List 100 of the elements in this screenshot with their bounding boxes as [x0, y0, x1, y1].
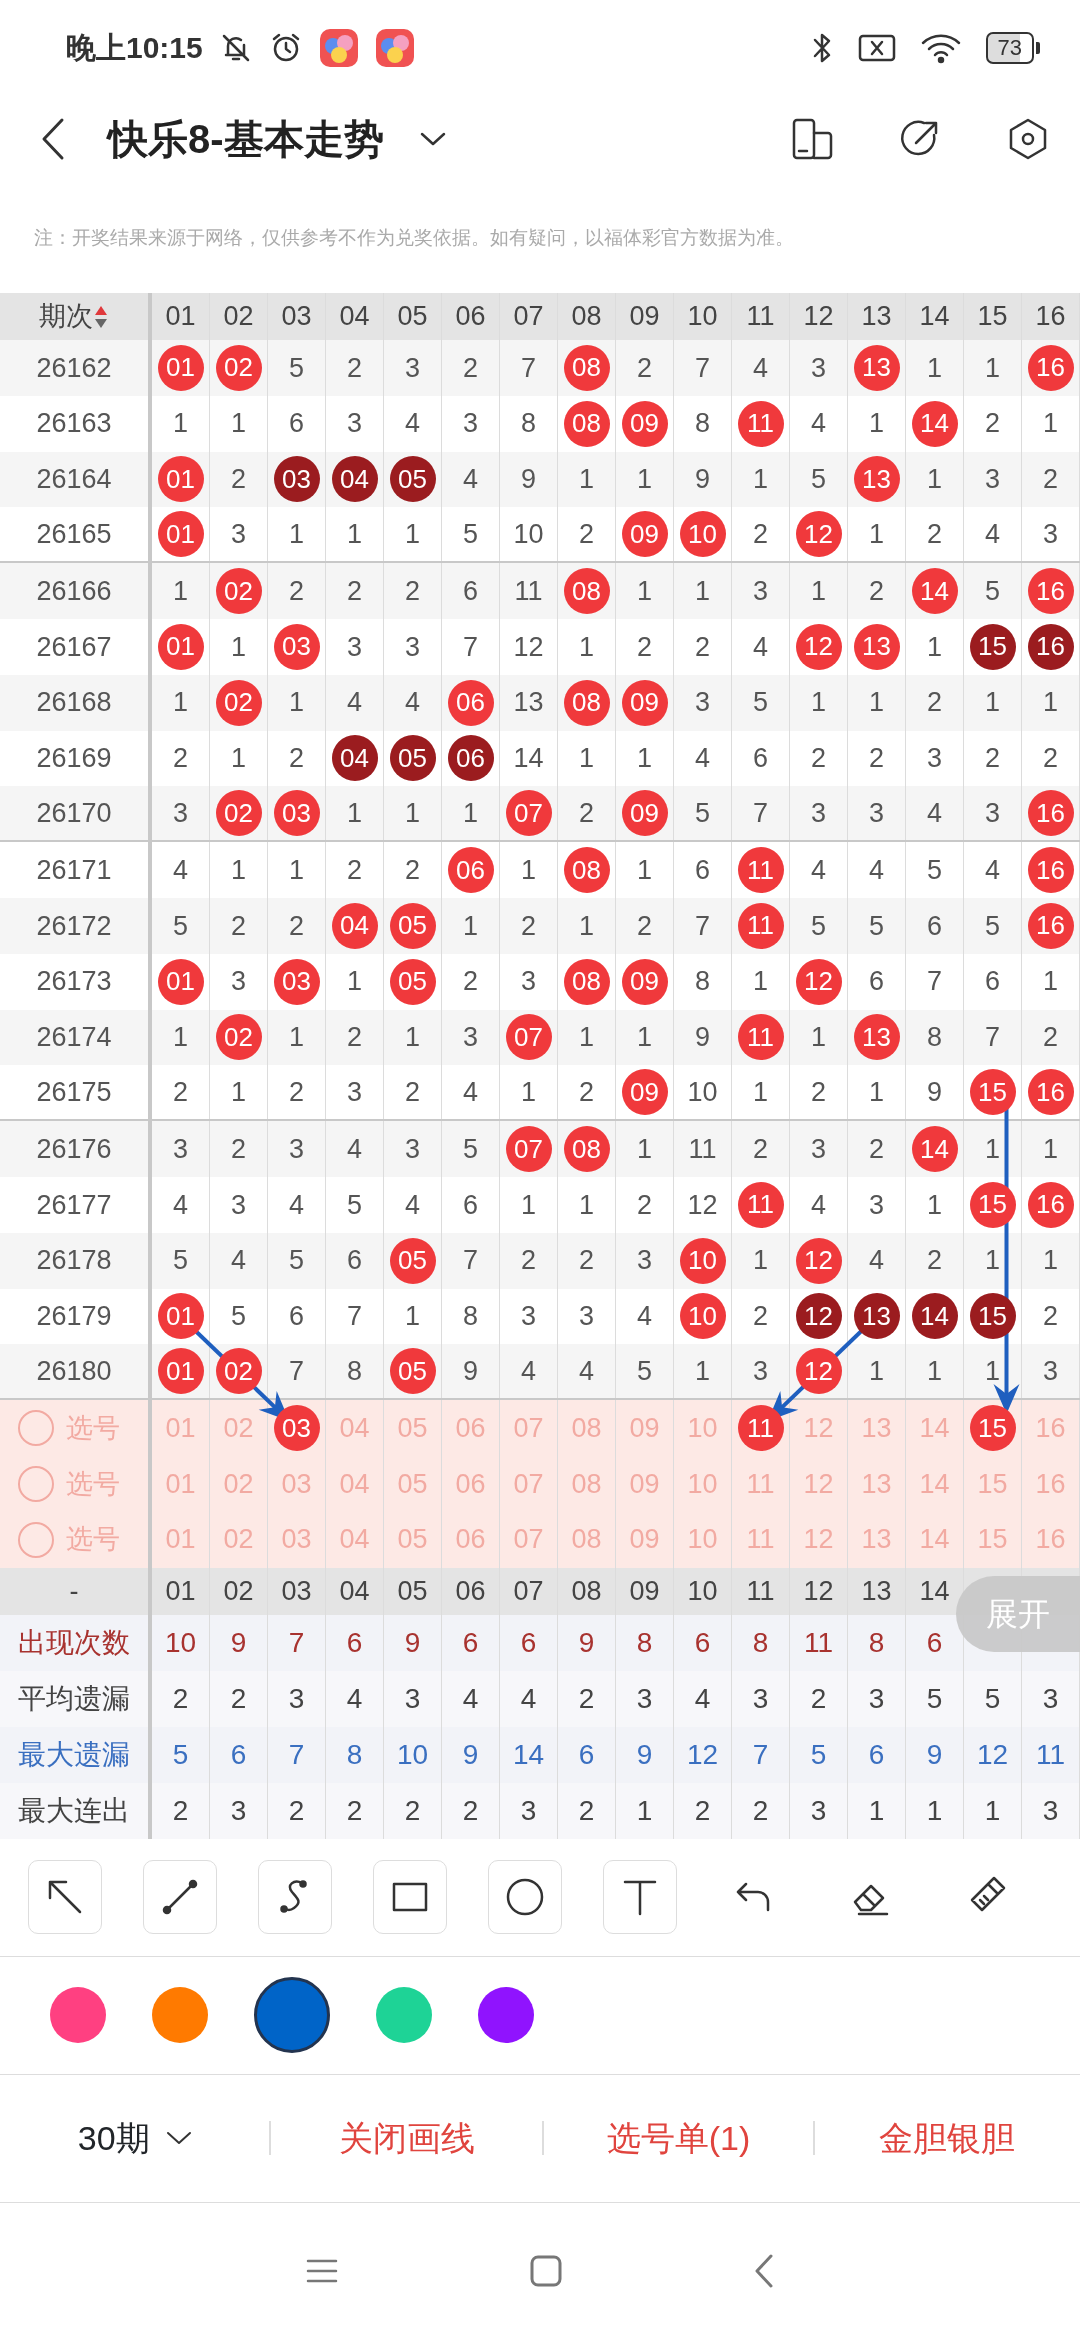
stats-value: 14 — [512, 1737, 545, 1772]
pick-number[interactable]: 12 — [803, 1519, 834, 1560]
stats-value: 5 — [810, 1737, 827, 1772]
line-tool-button[interactable] — [143, 1860, 217, 1935]
picked-ball[interactable]: 15 — [969, 1405, 1016, 1452]
pick-number[interactable]: 04 — [339, 1519, 370, 1560]
pick-number[interactable]: 10 — [687, 1463, 718, 1505]
select-radio[interactable] — [18, 1465, 54, 1502]
number-ball: 01 — [157, 1348, 204, 1395]
period-select[interactable]: 30期 — [77, 2112, 192, 2164]
action-link[interactable]: 金胆银胆 — [879, 2112, 1016, 2164]
pick-number[interactable]: 08 — [571, 1463, 602, 1505]
number-ball: 16 — [1027, 790, 1074, 837]
miss-count: 1 — [869, 1355, 884, 1388]
pick-number[interactable]: 14 — [919, 1463, 950, 1505]
pick-number[interactable]: 15 — [977, 1463, 1008, 1505]
pick-number[interactable]: 04 — [339, 1463, 370, 1505]
pick-number[interactable]: 12 — [803, 1463, 834, 1505]
action-link[interactable]: 关闭画线 — [338, 2112, 475, 2164]
miss-count: 4 — [811, 853, 826, 887]
pick-number[interactable]: 09 — [629, 1519, 660, 1560]
miss-count: 1 — [347, 965, 362, 999]
pick-number[interactable]: 07 — [513, 1519, 544, 1560]
stats-value: 3 — [288, 1681, 305, 1716]
pick-number[interactable]: 10 — [687, 1519, 718, 1560]
pick-number[interactable]: 07 — [513, 1463, 544, 1505]
pick-number[interactable]: 11 — [746, 1463, 775, 1505]
pick-number[interactable]: 02 — [223, 1463, 254, 1505]
battery-tip — [1036, 41, 1040, 54]
pick-number[interactable]: 05 — [397, 1519, 428, 1560]
back-button[interactable] — [40, 117, 66, 161]
pick-number[interactable]: 02 — [223, 1519, 254, 1560]
miss-count: 1 — [231, 407, 246, 441]
number-ball: 16 — [1027, 847, 1074, 894]
column-header: 10 — [687, 1574, 718, 1608]
select-label: 选号 — [66, 1467, 120, 1501]
miss-count: 1 — [173, 407, 188, 441]
pick-number[interactable]: 06 — [455, 1519, 486, 1560]
column-header: 05 — [397, 1574, 428, 1608]
pick-number[interactable]: 13 — [861, 1519, 892, 1560]
stats-value: 9 — [230, 1625, 247, 1660]
miss-count: 5 — [231, 1300, 246, 1334]
pick-number[interactable]: 05 — [397, 1463, 428, 1505]
pick-number[interactable]: 02 — [223, 1407, 254, 1449]
pick-number[interactable]: 16 — [1035, 1519, 1066, 1560]
pick-number[interactable]: 03 — [281, 1519, 312, 1560]
pick-number[interactable]: 01 — [165, 1519, 196, 1560]
picked-ball[interactable]: 03 — [273, 1405, 320, 1452]
rectangle-tool-button[interactable] — [373, 1860, 447, 1935]
device-icon[interactable] — [790, 117, 834, 161]
pick-number[interactable]: 11 — [746, 1519, 775, 1560]
pick-number[interactable]: 04 — [339, 1407, 370, 1449]
picked-ball[interactable]: 11 — [737, 1405, 784, 1452]
color-swatch[interactable] — [376, 1987, 432, 2044]
pick-number[interactable]: 13 — [861, 1407, 892, 1449]
pick-number[interactable]: 16 — [1035, 1463, 1066, 1505]
select-radio[interactable] — [18, 1410, 54, 1447]
pick-number[interactable]: 14 — [919, 1519, 950, 1560]
action-link[interactable]: 选号单(1) — [606, 2112, 751, 2164]
text-tool-button[interactable] — [603, 1860, 677, 1935]
pick-number[interactable]: 15 — [977, 1519, 1008, 1560]
stats-value: 7 — [288, 1625, 305, 1660]
miss-count: 4 — [753, 351, 768, 385]
miss-count: 1 — [521, 1188, 536, 1222]
color-swatch[interactable] — [478, 1987, 534, 2044]
back-icon — [40, 117, 66, 161]
stats-value: 6 — [520, 1625, 537, 1660]
pick-number[interactable]: 08 — [571, 1519, 602, 1560]
pick-number[interactable]: 07 — [513, 1407, 544, 1449]
pick-number[interactable]: 09 — [629, 1407, 660, 1449]
pick-number[interactable]: 12 — [803, 1407, 834, 1449]
color-swatch[interactable] — [50, 1987, 106, 2044]
pick-number[interactable]: 10 — [687, 1407, 718, 1449]
pick-number[interactable]: 03 — [281, 1463, 312, 1505]
pick-number[interactable]: 06 — [455, 1407, 486, 1449]
pick-number[interactable]: 06 — [455, 1463, 486, 1505]
miss-count: 5 — [811, 463, 826, 497]
circle-tool-button[interactable] — [488, 1860, 562, 1935]
number-ball: 08 — [563, 568, 610, 615]
miss-count: 1 — [985, 1355, 1000, 1388]
pick-number[interactable]: 01 — [165, 1407, 196, 1449]
pick-number[interactable]: 14 — [919, 1407, 950, 1449]
select-radio[interactable] — [18, 1521, 54, 1558]
pick-number[interactable]: 16 — [1035, 1407, 1066, 1449]
miss-count: 2 — [463, 965, 478, 999]
miss-count: 1 — [927, 1188, 942, 1222]
pick-number[interactable]: 13 — [861, 1463, 892, 1505]
arrow-tool-button[interactable] — [28, 1860, 102, 1935]
number-ball: 03 — [273, 456, 320, 503]
miss-count: 1 — [753, 965, 768, 999]
number-ball: 07 — [505, 790, 552, 837]
back-icon[interactable] — [753, 2253, 775, 2290]
pick-number[interactable]: 01 — [165, 1463, 196, 1505]
pick-number[interactable]: 08 — [571, 1407, 602, 1449]
color-swatch[interactable] — [152, 1987, 208, 2044]
pick-number[interactable]: 05 — [397, 1407, 428, 1449]
miss-count: 2 — [695, 630, 710, 664]
pick-number[interactable]: 09 — [629, 1463, 660, 1505]
home-icon[interactable] — [529, 2254, 563, 2289]
curve-tool-button[interactable] — [258, 1860, 332, 1935]
